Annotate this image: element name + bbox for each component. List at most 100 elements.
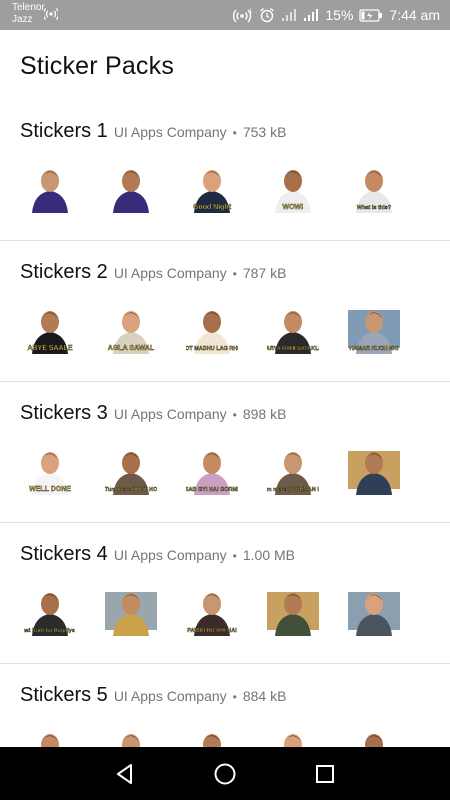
recents-icon[interactable] (312, 761, 338, 787)
sticker-thumbnail[interactable]: YE SAB GYI HAI GORMENT (186, 445, 238, 497)
page-title: Sticker Packs (20, 52, 175, 80)
sticker-thumbnail[interactable]: WOW! (267, 163, 319, 215)
status-bar: Telenor Jazz 1 15% 7:44 am (0, 0, 450, 30)
sticker-thumbnail[interactable]: PAWRI HO RHI HAI (186, 586, 238, 638)
sticker-thumbnails: ABYE SAALE AGLA SAWAL BAHOT MADHU LAG RHE … (24, 304, 400, 356)
carrier-name: Telenor Jazz (12, 2, 45, 26)
sticker-image: WOW! (275, 170, 311, 213)
signal-sim2-icon (304, 9, 319, 21)
sticker-caption: Tum mere DOST HO (105, 487, 157, 493)
carrier-line-2: Jazz (12, 14, 33, 25)
sticker-caption: PAWRI HO RHI HAI (187, 628, 237, 634)
pack-separator: • (232, 408, 237, 422)
battery-percent: 15% (325, 7, 354, 23)
alarm-icon (260, 7, 275, 23)
pack-name: Stickers 5 (20, 684, 108, 706)
sticker-image: PAWRI HO RHI HAI (187, 593, 237, 636)
pack-separator: • (232, 690, 237, 704)
pack-separator: • (232, 126, 237, 140)
sticker-image (348, 592, 400, 636)
sticker-image (348, 451, 400, 495)
sticker-caption: YE SAB GYI HAI GORMENT (186, 487, 238, 493)
sticker-thumbnail[interactable]: AGLA SAWAL (105, 304, 157, 356)
pack-size: 884 kB (242, 688, 287, 704)
signal-sim1-icon (282, 9, 297, 21)
pack-separator: • (232, 549, 237, 563)
svg-text:1: 1 (249, 9, 253, 15)
sticker-pack-row[interactable]: Stickers 2 UI Apps Company • 787 kB ABYE SAA… (0, 241, 450, 382)
sticker-thumbnail[interactable] (105, 586, 157, 638)
sticker-image: Tum mere DOST HO (105, 452, 157, 495)
pack-name: Stickers 1 (20, 120, 108, 142)
hotspot-icon (44, 8, 58, 20)
pack-name: Stickers 3 (20, 402, 108, 424)
pack-header: Stickers 2 UI Apps Company • 787 kB (20, 261, 286, 284)
sticker-image: Good Night (193, 170, 232, 213)
back-icon[interactable] (112, 761, 138, 787)
sticker-image (32, 170, 68, 213)
home-icon[interactable] (212, 761, 238, 787)
sticker-thumbnails: Good Night WOW! What is this? (24, 163, 400, 215)
pack-publisher: UI Apps Company (113, 688, 227, 704)
sticker-thumbnail[interactable]: BAHOT MADHU LAG RHE HO (186, 304, 238, 356)
pack-size: 787 kB (242, 265, 287, 281)
sticker-caption: ABYE SAALE (27, 345, 72, 352)
sticker-thumbnail[interactable] (267, 586, 319, 638)
sticker-image: What is this? (356, 170, 392, 213)
sticker-image: BAHOT MADHU LAG RHE HO (186, 311, 238, 354)
pack-publisher: UI Apps Company (113, 547, 227, 563)
pack-name: Stickers 4 (20, 543, 108, 565)
hotspot-active-icon: 1 (233, 9, 253, 23)
sticker-thumbnail[interactable]: What is this? (348, 163, 400, 215)
battery-charging-icon (359, 8, 383, 22)
sticker-thumbnails: Bohat Kadi tui Ragaiye bro PAWRI HO RHI H… (24, 586, 400, 638)
sticker-image: YE SAB GYI HAI GORMENT (186, 452, 238, 495)
sticker-caption: BAHOT MADHU LAG RHE HO (186, 346, 238, 352)
sticker-thumbnail[interactable]: HAMAR KUCH NHI (348, 304, 400, 356)
sticker-image (105, 592, 157, 636)
navigation-bar (0, 747, 450, 800)
sticker-thumbnail[interactable] (105, 163, 157, 215)
sticker-thumbnail[interactable]: Tum mere DUSHMAN HO (267, 445, 319, 497)
sticker-caption: AGLA SAWAL (108, 345, 155, 352)
sticker-image: Tum mere DUSHMAN HO (267, 452, 319, 495)
sticker-caption: Bohat Kadi tui Ragaiye bro (24, 628, 76, 634)
pack-name: Stickers 2 (20, 261, 108, 283)
sticker-pack-row[interactable]: Stickers 1 UI Apps Company • 753 kB Good Nig… (0, 100, 450, 241)
sticker-image: AGLA SAWAL (108, 311, 155, 354)
sticker-thumbnail[interactable]: ARYA RAHI SATAKLI (267, 304, 319, 356)
sticker-caption: HAMAR KUCH NHI (350, 346, 399, 352)
sticker-image: ABYE SAALE (27, 311, 73, 354)
pack-publisher: UI Apps Company (113, 406, 227, 422)
sticker-thumbnail[interactable]: ABYE SAALE (24, 304, 76, 356)
sticker-image: WELL DONE (29, 452, 71, 495)
pack-header: Stickers 5 UI Apps Company • 884 kB (20, 684, 286, 707)
sticker-image: HAMAR KUCH NHI (348, 310, 400, 354)
sticker-thumbnail[interactable]: Good Night (186, 163, 238, 215)
sticker-caption: ARYA RAHI SATAKLI (267, 346, 319, 352)
pack-size: 753 kB (242, 124, 287, 140)
sticker-thumbnail[interactable]: WELL DONE (24, 445, 76, 497)
clock: 7:44 am (389, 7, 440, 23)
pack-header: Stickers 4 UI Apps Company • 1.00 MB (20, 543, 295, 566)
pack-size: 898 kB (242, 406, 287, 422)
sticker-pack-row[interactable]: Stickers 4 UI Apps Company • 1.00 MB Bohat K… (0, 523, 450, 664)
sticker-image (113, 170, 149, 213)
pack-header: Stickers 1 UI Apps Company • 753 kB (20, 120, 286, 143)
carrier-line-1: Telenor (12, 2, 45, 13)
sticker-thumbnail[interactable] (348, 586, 400, 638)
sticker-caption: What is this? (357, 205, 392, 211)
sticker-caption: WOW! (283, 204, 304, 211)
sticker-caption: WELL DONE (29, 486, 71, 493)
sticker-thumbnail[interactable]: Tum mere DOST HO (105, 445, 157, 497)
sticker-thumbnail[interactable] (348, 445, 400, 497)
pack-separator: • (232, 267, 237, 281)
sticker-pack-row[interactable]: Stickers 3 UI Apps Company • 898 kB WELL DON… (0, 382, 450, 523)
pack-publisher: UI Apps Company (113, 124, 227, 140)
sticker-caption: Tum mere DUSHMAN HO (267, 487, 319, 493)
sticker-thumbnail[interactable] (24, 163, 76, 215)
pack-size: 1.00 MB (242, 547, 295, 563)
sticker-thumbnails: WELL DONE Tum mere DOST HO YE SAB GYI HAI … (24, 445, 400, 497)
sticker-thumbnail[interactable]: Bohat Kadi tui Ragaiye bro (24, 586, 76, 638)
pack-publisher: UI Apps Company (113, 265, 227, 281)
